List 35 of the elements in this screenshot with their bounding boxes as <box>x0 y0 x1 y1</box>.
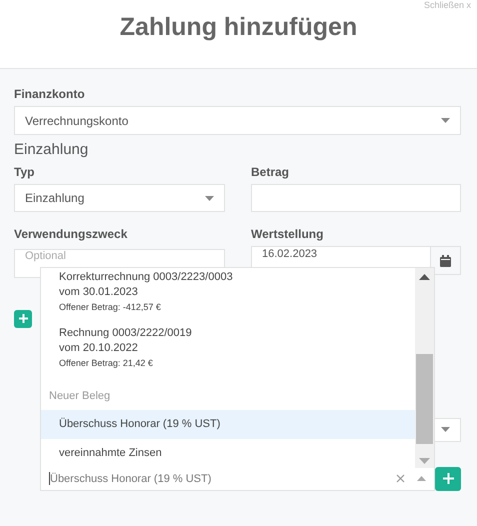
calendar-button[interactable] <box>430 246 461 275</box>
clear-icon[interactable] <box>396 474 405 483</box>
select-value: Verrechnungskonto <box>25 114 128 128</box>
select-value: Einzahlung <box>25 191 84 205</box>
account-select[interactable]: Verrechnungskonto <box>14 106 461 135</box>
field-label: Wertstellung <box>251 227 324 241</box>
field-label: Verwendungszweck <box>14 227 128 241</box>
combobox-value: Überschuss Honorar (19 % UST) <box>50 472 212 484</box>
amount-input[interactable] <box>251 184 461 212</box>
dropdown-option[interactable]: vereinnahmte Zinsen <box>41 438 415 468</box>
document-date: vom 20.10.2022 <box>59 340 139 356</box>
caret-icon <box>205 196 214 200</box>
plus-icon <box>18 314 28 323</box>
field-label: Betrag <box>251 165 290 179</box>
caret-up-icon[interactable] <box>417 476 426 481</box>
caret-icon <box>441 118 450 123</box>
document-date: vom 30.01.2023 <box>59 284 139 300</box>
section-heading: Einzahlung <box>14 141 90 158</box>
document-name: Rechnung 0003/2222/0019 <box>59 326 193 340</box>
type-select[interactable]: Einzahlung <box>14 184 225 212</box>
add-button[interactable] <box>14 310 32 328</box>
document-option[interactable]: Rechnung 0003/2222/0019 vom 20.10.2022 Offener Betrag: 21,42 € <box>41 326 415 382</box>
open-amount: Offener Betrag: -412,57 € <box>59 300 162 314</box>
group-label: Neuer Beleg <box>48 388 112 404</box>
caret-icon <box>441 427 450 432</box>
plus-icon <box>442 473 454 484</box>
dialog-title: Zahlung hinzufügen <box>120 12 358 42</box>
field-label: Typ <box>14 165 36 179</box>
scrollbar[interactable] <box>415 268 434 468</box>
scroll-down-icon[interactable] <box>419 458 430 464</box>
field-label: Finanzkonto <box>14 87 86 101</box>
open-amount: Offener Betrag: 21,42 € <box>59 356 154 370</box>
add-button[interactable] <box>435 466 461 490</box>
calendar-icon <box>440 254 451 266</box>
dropdown-option[interactable]: Überschuss Honorar (19 % UST) <box>41 410 415 438</box>
